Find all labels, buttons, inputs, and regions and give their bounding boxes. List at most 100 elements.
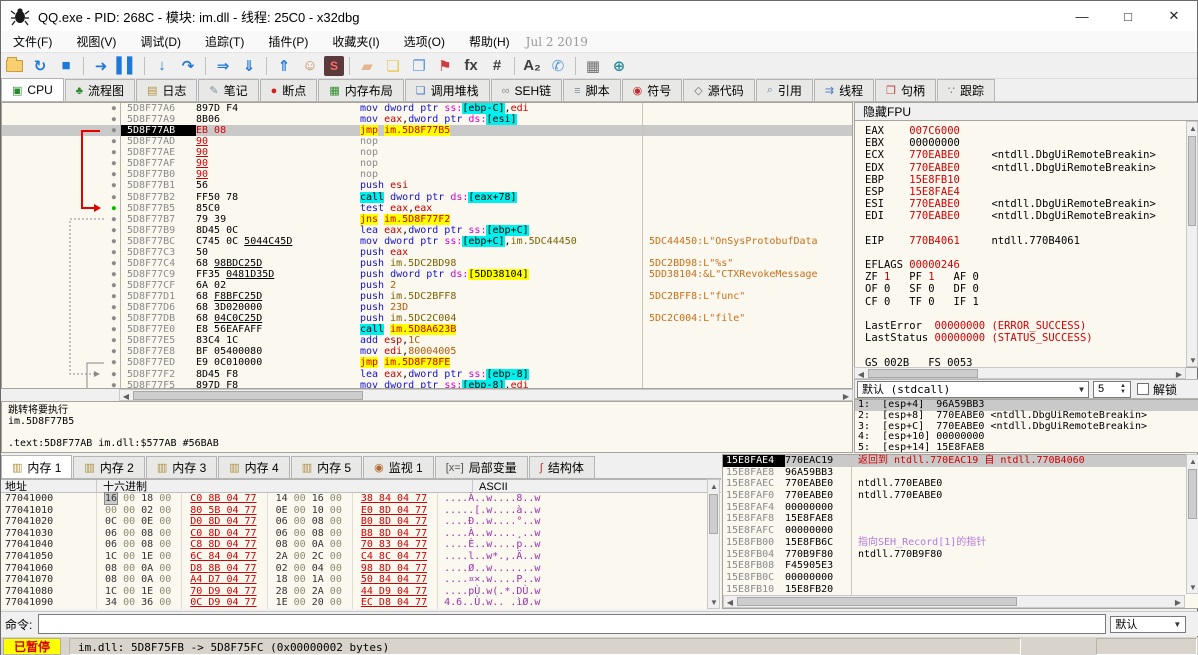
breakpoint-dot[interactable]: ● [2, 180, 120, 191]
disasm-row[interactable]: ● 5D8F77DB 68 04C0C25D push im.5DC2C004 5DC2… [2, 313, 852, 325]
disasm-row[interactable]: ● 5D8F77E0 E8 56EAFAFF call im.5D8A623B [2, 324, 852, 336]
registers-h-scrollbar[interactable]: ◀ ▶ [854, 367, 1186, 379]
disasm-row[interactable]: ● 5D8F77BC C745 0C 5044C45D mov dword ptr s… [2, 235, 852, 247]
breakpoint-dot[interactable]: ● [2, 103, 120, 114]
stack-row[interactable]: 15E8FAEC 770EABE0 ntdll.770EABE0 [723, 478, 1198, 491]
patch-icon[interactable]: ▰ [355, 55, 379, 77]
tab-seh[interactable]: ∞ SEH链 [490, 79, 563, 101]
command-mode-select[interactable]: 默认 ▼ [1110, 615, 1187, 633]
breakpoint-dot[interactable]: ● [2, 225, 120, 236]
disasm-row[interactable]: ● 5D8F77AB EB 08 jmp im.5D8F77B5 [2, 125, 852, 137]
disasm-row[interactable]: ● 5D8F77B9 8D45 0C lea eax,dword ptr ss:[eb… [2, 224, 852, 236]
tab-symbols[interactable]: ◉ 符号 [621, 79, 683, 101]
argument-row[interactable]: 5: [esp+14] 15E8FAE8 [855, 442, 1198, 452]
stack-row[interactable]: 15E8FB00 15E8FB6C 指向SEH_Record[1]的指针 [723, 536, 1198, 549]
register-line[interactable]: EBP 15E8FB10 [865, 174, 1198, 186]
calls-icon[interactable]: ✆ [546, 55, 570, 77]
dump-row[interactable]: 77041030 06 00 08 00 C0 8D 04 77 06 00 08 0… [1, 527, 721, 540]
tab-handles[interactable]: ❒ 句柄 [875, 79, 937, 101]
dump-row[interactable]: 77041080 1C 00 1E 00 70 D9 04 77 28 00 2A 0… [1, 585, 721, 598]
breakpoint-dot[interactable]: ● [2, 125, 120, 136]
stack-row[interactable]: 15E8FB04 770B9F80 ntdll.770B9F80 [723, 548, 1198, 561]
command-input[interactable] [38, 614, 1107, 634]
register-line[interactable]: ESP 15E8FAE4 [865, 186, 1198, 198]
ordinals-icon[interactable]: # [485, 55, 509, 77]
register-line[interactable]: LastStatus 00000000 (STATUS_SUCCESS) [865, 332, 1198, 344]
disasm-row[interactable]: ● 5D8F77D1 68 F8BFC25D push im.5DC2BFF8 5DC2… [2, 291, 852, 303]
menu-item[interactable]: 选项(O) [392, 31, 457, 52]
disasm-row[interactable]: ● 5D8F77F5 897D F8 mov dword ptr ss:[ebp-8]… [2, 379, 852, 388]
breakpoint-dot[interactable]: ● [2, 369, 120, 380]
stack-row[interactable]: 15E8FB08 F45905E3 [723, 560, 1198, 572]
register-line[interactable]: EDX 770EABE0 <ntdll.DbgUiRemoteBreakin> [865, 162, 1198, 174]
stack-row[interactable]: 15E8FAFC 00000000 [723, 525, 1198, 537]
minimize-button[interactable]: — [1059, 1, 1105, 31]
tab-notes[interactable]: ✎ 笔记 [198, 79, 259, 101]
breakpoint-dot[interactable]: ● [2, 136, 120, 147]
register-line[interactable]: ECX 770EABE0 <ntdll.DbgUiRemoteBreakin> [865, 149, 1198, 161]
disasm-h-scrollbar[interactable]: ◀ ▶ [119, 389, 853, 401]
tab-dump-2[interactable]: ▥ 内存 2 [73, 456, 145, 478]
disasm-row[interactable]: ● 5D8F77B1 56 push esi [2, 180, 852, 192]
register-line[interactable]: ESI 770EABE0 <ntdll.DbgUiRemoteBreakin> [865, 198, 1198, 210]
stack-row[interactable]: 15E8FB0C 00000000 [723, 571, 1198, 584]
register-line[interactable]: EFLAGS 00000246 [865, 259, 1198, 271]
breakpoint-dot[interactable]: ● [2, 313, 120, 324]
disasm-row[interactable]: ● 5D8F77A9 8B06 mov eax,dword ptr ds:[esi] [2, 114, 852, 126]
disasm-row[interactable]: ● 5D8F77ED E9 0C010000 jmp im.5D8F78FE [2, 357, 852, 369]
disasm-row[interactable]: ● 5D8F77C4 68 98BDC25D push im.5DC2BD98 5DC2… [2, 257, 852, 269]
dump-row[interactable]: 77041000 16 00 18 00 C0 8B 04 77 14 00 16 0… [1, 492, 721, 505]
menu-item[interactable]: 收藏夹(I) [320, 31, 391, 52]
unlock-checkbox[interactable]: 解锁 [1137, 381, 1177, 398]
run-icon[interactable]: ➜ [89, 55, 113, 77]
tab-trace[interactable]: ∵ 跟踪 [937, 79, 996, 101]
disasm-row[interactable]: ● 5D8F77A6 897D F4 mov dword ptr ss:[ebp-C]… [2, 103, 852, 115]
close-button[interactable]: ✕ [1151, 1, 1197, 31]
breakpoint-dot[interactable]: ● [2, 302, 120, 313]
menu-item[interactable]: 追踪(T) [193, 31, 256, 52]
step-over-icon[interactable]: ↷ [176, 55, 200, 77]
jump-target-dot[interactable]: ● [2, 203, 120, 214]
breakpoint-dot[interactable]: ● [2, 147, 120, 158]
tab-memory-map[interactable]: ▦ 内存布局 [318, 79, 404, 101]
disasm-row[interactable]: ● 5D8F77E8 BF 05400080 mov edi,80004005 [2, 346, 852, 358]
register-line[interactable] [865, 308, 1198, 320]
register-line[interactable]: CF 0 TF 0 IF 1 [865, 296, 1198, 308]
breakpoint-dot[interactable]: ● [2, 280, 120, 291]
breakpoint-dot[interactable]: ● [2, 346, 120, 357]
register-line[interactable]: EAX 007C6000 [865, 125, 1198, 137]
tab-threads[interactable]: ⇉ 线程 [813, 79, 875, 101]
breakpoint-dot[interactable]: ● [2, 247, 120, 258]
tab-log[interactable]: ▤ 日志 [135, 79, 198, 101]
register-line[interactable]: LastError 00000000 (ERROR_SUCCESS) [865, 320, 1198, 332]
menu-item[interactable]: 文件(F) [1, 31, 64, 52]
disasm-row[interactable]: ● 5D8F77C9 FF35 0481D35D push dword ptr ds:… [2, 268, 852, 280]
argument-row[interactable]: 2: [esp+8] 770EABE0 <ntdll.DbgUiRemoteBr… [855, 410, 1198, 422]
tab-dump-5[interactable]: ▥ 内存 5 [290, 456, 363, 478]
tab-script[interactable]: ≡ 脚本 [563, 79, 621, 101]
breakpoint-dot[interactable]: ● [2, 158, 120, 169]
disasm-row[interactable]: ● 5D8F77D6 68 3D020000 push 23D [2, 302, 852, 314]
tab-dump-1[interactable]: ▥ 内存 1 [1, 455, 73, 478]
dump-row[interactable]: 77041040 06 00 08 00 C8 8D 04 77 08 00 0A 0… [1, 539, 721, 551]
disasm-row[interactable]: ● 5D8F77B5 85C0 test eax,eax [2, 202, 852, 214]
register-line[interactable] [865, 223, 1198, 235]
breakpoint-dot[interactable]: ● [2, 236, 120, 247]
disasm-row[interactable]: ● 5D8F77CF 6A 02 push 2 [2, 280, 852, 292]
stack-row[interactable]: 15E8FAE4 770EAC19 返回到 ntdll.770EAC19 自 ntd… [723, 455, 1198, 467]
disasm-row[interactable]: ● 5D8F77C3 50 push eax [2, 246, 852, 258]
dump-row[interactable]: 77041070 08 00 0A 00 A4 D7 04 77 18 00 1A 0… [1, 574, 721, 586]
disasm-row[interactable]: ● 5D8F77AE 90 nop [2, 147, 852, 159]
calculator-icon[interactable]: ▦ [581, 55, 605, 77]
stack-row[interactable]: 15E8FAF8 15E8FAE8 [723, 513, 1198, 526]
disasm-row[interactable]: ● 5D8F77B2 FF50 78 call dword ptr ds:[eax+7… [2, 191, 852, 203]
step-into-icon[interactable]: ↓ [150, 55, 174, 77]
register-line[interactable]: ZF 1 PF 1 AF 0 [865, 271, 1198, 283]
register-line[interactable]: EIP 770B4061 ntdll.770B4061 [865, 235, 1198, 247]
breakpoint-dot[interactable]: ● [2, 291, 120, 302]
arguments-pane[interactable]: 1: [esp+4] 96A59BB3 2: [esp+8] 770EABE0 <… [854, 399, 1198, 453]
scylla-icon[interactable]: S [324, 55, 344, 76]
breakpoint-dot[interactable]: ● [2, 169, 120, 180]
breakpoint-dot[interactable]: ● [2, 214, 120, 225]
tab-breakpoints[interactable]: ● 断点 [259, 79, 318, 101]
